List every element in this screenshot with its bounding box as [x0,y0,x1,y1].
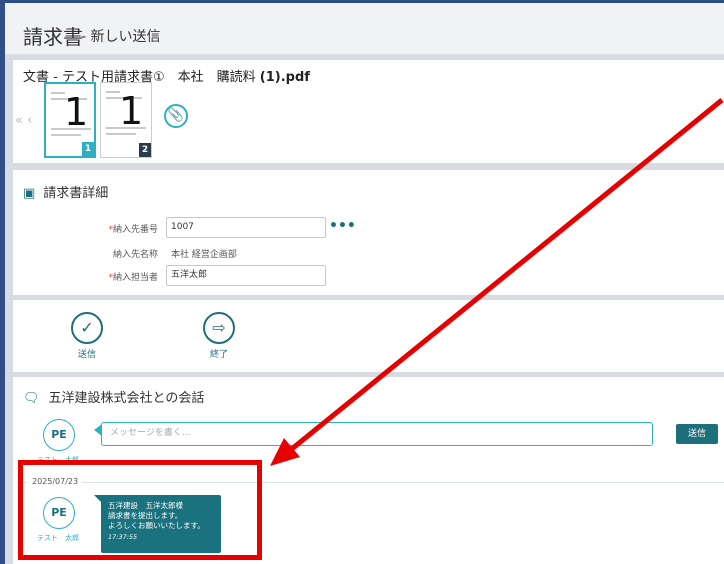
conversation-heading: 🗨 五洋建設株式会社との会話 [23,387,204,406]
actions-panel: ✓ 送信 ⇨ 終了 [13,300,724,372]
document-panel: 文書 - テスト用請求書① 本社 購読料 (1).pdf « ‹ 1 1 1 2… [13,60,724,163]
page-subtitle: - 新しい送信 [81,29,161,45]
invoice-details-panel: ▣ 請求書詳細 *納入先番号 1007 ••• 納入先名称 本社 経営企画部 *納… [13,170,724,295]
end-action-button[interactable]: ⇨ 終了 [189,312,249,360]
page-number: 1 [64,90,89,134]
page-badge: 1 [82,142,94,156]
page-title: 請求書 [23,25,83,49]
page-badge: 2 [139,143,151,157]
document-icon: ▣ [23,186,36,201]
conversation-heading-text: 五洋建設株式会社との会話 [48,391,205,406]
end-action-label: 終了 [209,350,228,360]
contact-label: *納入担当者 [108,273,158,283]
window-frame-left [0,0,5,564]
page-thumbnail-2[interactable]: 1 2 [100,82,152,158]
payee-name-value: 本社 経営企画部 [171,250,237,260]
contact-input[interactable]: 五洋太郎 [166,265,326,286]
message-input[interactable]: メッセージを書く... [101,422,653,446]
more-options-icon[interactable]: ••• [329,218,356,234]
send-message-button[interactable]: 送信 [676,424,718,444]
payee-name-label: 納入先名称 [112,250,158,260]
avatar: PE [43,419,75,451]
send-action-label: 送信 [77,350,96,360]
exit-icon: ⇨ [203,312,235,344]
page-thumbnail-1[interactable]: 1 1 [44,82,96,158]
check-icon: ✓ [71,312,103,344]
payee-name-row: 納入先名称 本社 経営企画部 [13,242,724,264]
payee-number-label: *納入先番号 [108,225,158,235]
highlight-box [18,460,262,560]
chat-bubble-icon: 🗨 [23,391,40,406]
document-filename: (1).pdf [259,70,310,85]
contact-row: *納入担当者 五洋太郎 [13,265,724,287]
page-prev-icon[interactable]: « ‹ [15,113,32,128]
payee-number-input[interactable]: 1007 [166,217,326,238]
details-heading: ▣ 請求書詳細 [23,182,108,201]
page-number: 1 [119,89,144,133]
send-action-button[interactable]: ✓ 送信 [57,312,117,360]
details-heading-text: 請求書詳細 [43,186,109,201]
title-bar: 請求書 - 新しい送信 [5,3,724,55]
payee-number-row: *納入先番号 1007 ••• [13,217,724,239]
attach-icon[interactable]: 📎 [164,104,188,128]
